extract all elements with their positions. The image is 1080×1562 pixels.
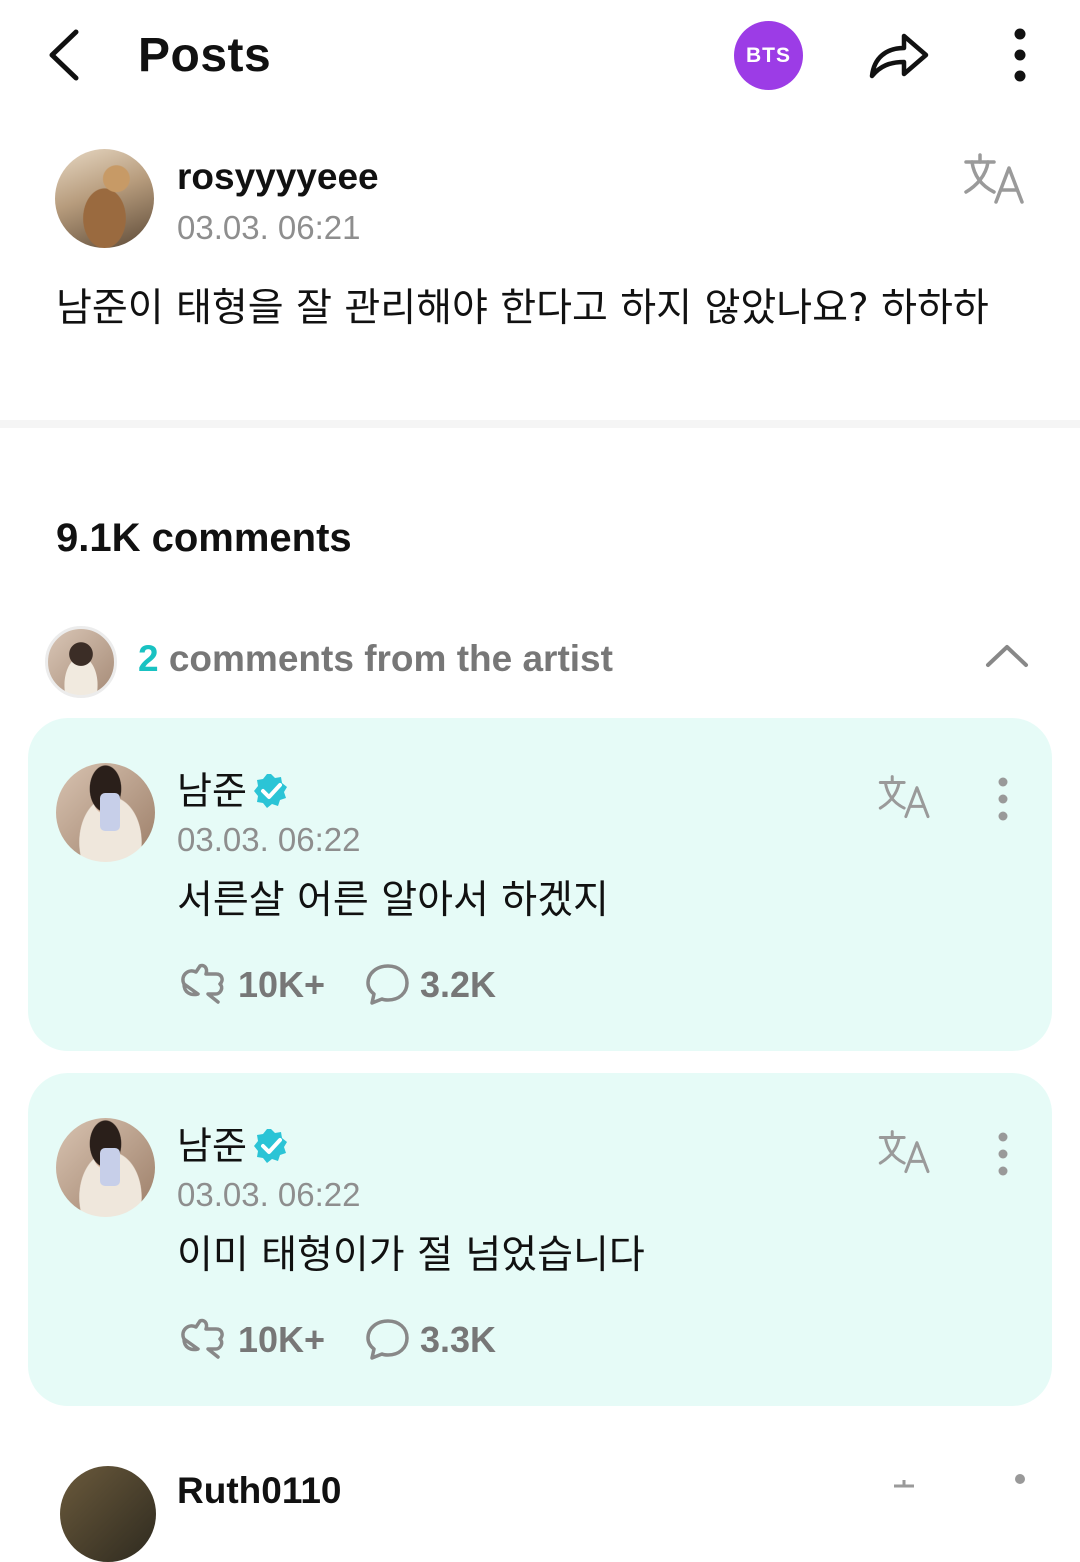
next-commenter-name[interactable]: Ruth0110 — [177, 1468, 342, 1514]
chevron-up-icon — [986, 645, 1028, 667]
next-commenter-avatar[interactable] — [60, 1466, 156, 1562]
like-count: 10K+ — [238, 1319, 326, 1360]
translate-icon[interactable] — [876, 774, 934, 820]
post-timestamp: 03.03. 06:21 — [177, 209, 361, 246]
share-button[interactable] — [862, 24, 934, 86]
reply-icon[interactable] — [364, 962, 412, 1006]
verified-badge-icon — [254, 774, 287, 808]
artist-comments-label: comments from the artist — [158, 638, 613, 679]
commenter-avatar[interactable] — [56, 763, 155, 862]
artist-comments-summary[interactable]: 2 comments from the artist — [138, 636, 613, 682]
share-icon — [869, 33, 929, 79]
author-avatar[interactable] — [55, 149, 154, 248]
comment-text: 서른살 어른 알아서 하겠지 — [177, 878, 609, 923]
post-body: 남준이 태형을 잘 관리해야 한다고 하지 않았나요? 하하하 — [56, 286, 989, 331]
collapse-button[interactable] — [984, 635, 1030, 675]
artist-comment-count: 2 — [138, 638, 159, 679]
more-vertical-icon[interactable] — [995, 1131, 1011, 1177]
translate-icon — [964, 153, 1024, 204]
like-icon[interactable] — [178, 962, 226, 1006]
reply-icon[interactable] — [364, 1317, 412, 1361]
comment-timestamp: 03.03. 06:22 — [177, 821, 361, 858]
more-vertical-icon[interactable] — [995, 776, 1011, 822]
comment-text: 이미 태형이가 절 넘었습니다 — [177, 1233, 645, 1278]
translate-button[interactable] — [962, 152, 1028, 206]
commenter-name[interactable]: 남준 — [177, 767, 247, 815]
section-divider — [0, 420, 1080, 428]
comments-count: 9.1K comments — [56, 516, 352, 560]
translate-icon[interactable] — [876, 1129, 934, 1175]
commenter-avatar[interactable] — [56, 1118, 155, 1217]
verified-badge-icon — [254, 1129, 287, 1163]
reply-count: 3.3K — [420, 1319, 497, 1360]
like-count: 10K+ — [238, 964, 326, 1005]
more-options-button[interactable] — [1000, 24, 1040, 86]
like-icon[interactable] — [178, 1317, 226, 1361]
commenter-name[interactable]: 남준 — [177, 1122, 247, 1170]
comment-timestamp: 03.03. 06:22 — [177, 1176, 361, 1213]
chevron-left-icon — [49, 29, 79, 81]
community-badge[interactable]: BTS — [734, 21, 803, 90]
more-vertical-icon — [1014, 28, 1026, 82]
artist-avatar — [45, 626, 117, 698]
page-title: Posts — [138, 29, 272, 82]
back-button[interactable] — [40, 24, 96, 86]
author-name[interactable]: rosyyyyeee — [177, 154, 379, 200]
translate-icon[interactable] — [890, 1472, 930, 1492]
reply-count: 3.2K — [420, 964, 497, 1005]
